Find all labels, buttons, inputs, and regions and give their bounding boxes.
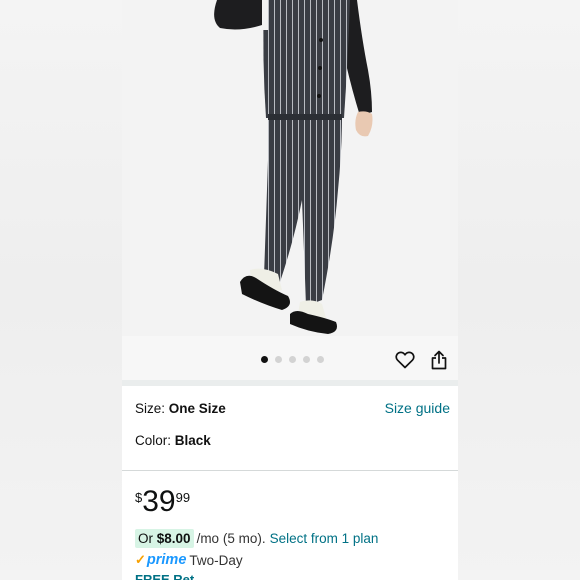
carousel-dot-3[interactable] (289, 356, 296, 363)
color-label: Color: (135, 433, 172, 448)
costume-illustration (214, 0, 373, 334)
carousel-dot-5[interactable] (317, 356, 324, 363)
select-plan-link[interactable]: Select from 1 plan (270, 531, 379, 546)
installment-badge: Or $8.00 (135, 529, 194, 548)
prime-logo: ✓ prime (135, 552, 186, 568)
carousel-dot-2[interactable] (275, 356, 282, 363)
prime-shipping-row: ✓ prime Two-Day (135, 552, 243, 568)
installment-amount: $8.00 (156, 531, 191, 546)
carousel-dot-1[interactable] (261, 356, 268, 363)
prime-check-icon: ✓ (135, 552, 146, 567)
carousel-dots[interactable] (261, 356, 324, 363)
installment-or: Or (138, 531, 153, 546)
product-page: Size: One Size Size guide Color: Black $… (122, 0, 458, 580)
share-icon[interactable] (430, 350, 448, 370)
size-option: Size: One Size (135, 401, 226, 416)
background-left (0, 0, 122, 580)
section-divider (122, 380, 458, 386)
image-carousel-bar (122, 336, 458, 380)
price-whole: 39 (142, 485, 176, 518)
product-image[interactable] (122, 0, 458, 336)
carousel-dot-4[interactable] (303, 356, 310, 363)
prime-delivery-text: Two-Day (189, 552, 243, 568)
price-fraction: 99 (175, 490, 191, 505)
size-guide-link[interactable]: Size guide (385, 400, 450, 416)
heart-icon[interactable] (395, 351, 415, 369)
installment-row: Or $8.00 /mo (5 mo). Select from 1 plan (135, 529, 378, 548)
color-value: Black (174, 433, 211, 448)
background-right (458, 0, 580, 580)
price: $3999 (135, 486, 190, 518)
size-label: Size: (135, 401, 166, 416)
installment-period: /mo (5 mo). (196, 531, 266, 546)
price-divider (122, 470, 458, 471)
color-option: Color: Black (135, 433, 211, 448)
prime-label: prime (146, 552, 187, 568)
price-currency: $ (135, 490, 143, 505)
free-returns-link[interactable]: FREE Ret (135, 572, 194, 580)
size-value: One Size (168, 401, 226, 416)
